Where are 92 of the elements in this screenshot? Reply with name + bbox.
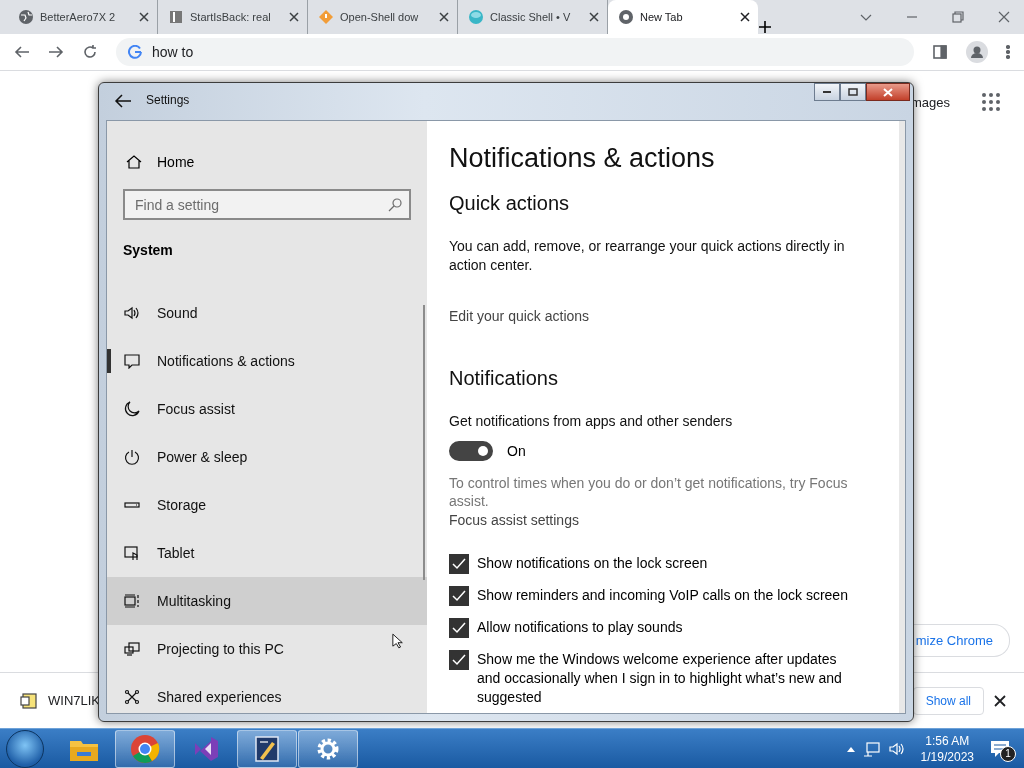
apps-grid-icon bbox=[982, 93, 1000, 111]
forward-arrow-icon bbox=[48, 44, 64, 60]
close-icon bbox=[994, 694, 1006, 707]
minimize-icon bbox=[823, 90, 831, 94]
search-icon bbox=[388, 198, 402, 212]
checkbox-label: Allow notifications to play sounds bbox=[477, 618, 684, 637]
section-heading: Quick actions bbox=[449, 192, 571, 215]
sidebar-item[interactable]: Notifications & actions bbox=[107, 337, 427, 385]
more-options-icon bbox=[1006, 44, 1010, 60]
reload-icon bbox=[82, 44, 98, 60]
sidebar-item[interactable]: Storage bbox=[107, 481, 427, 529]
browser-tab[interactable]: Open-Shell dow bbox=[308, 0, 458, 34]
google-icon bbox=[128, 45, 142, 59]
diamond-icon bbox=[318, 9, 334, 25]
network-nodes-icon bbox=[123, 689, 141, 705]
speaker-icon bbox=[888, 740, 905, 757]
close-icon bbox=[740, 12, 750, 22]
checkbox-label: Show me the Windows welcome experience after updates and occasionally when I sign in to highlight what’s new and suggested bbox=[477, 650, 843, 707]
minimize-button[interactable] bbox=[814, 83, 840, 101]
network-icon bbox=[862, 740, 881, 757]
check-icon bbox=[452, 622, 466, 634]
sphere-icon bbox=[468, 9, 484, 25]
section-heading: Notifications bbox=[449, 367, 559, 390]
sidebar-item[interactable]: Shared experiences bbox=[107, 673, 427, 721]
maximize-button[interactable] bbox=[840, 83, 866, 101]
focus-assist-link[interactable]: Focus assist settings bbox=[449, 512, 579, 528]
taskbar-app[interactable] bbox=[298, 729, 358, 768]
taskbar-app[interactable] bbox=[237, 729, 297, 768]
toggle-switch[interactable] bbox=[449, 441, 493, 461]
checkbox-label: Show reminders and incoming VoIP calls on the lock screen bbox=[477, 586, 849, 605]
browser-tab[interactable]: BetterAero7X 2 bbox=[8, 0, 158, 34]
edit-quick-actions-link[interactable]: Edit your quick actions bbox=[449, 308, 590, 324]
checkbox-label: Show notifications on the lock screen bbox=[477, 554, 709, 573]
sidebar-item[interactable]: Multitasking bbox=[107, 577, 427, 625]
monitors-icon bbox=[123, 641, 141, 657]
clock-time[interactable]: 1:56 AM bbox=[925, 732, 970, 749]
browser-tab[interactable]: StartIsBack: real bbox=[158, 0, 308, 34]
check-icon bbox=[452, 654, 466, 666]
tablet-icon bbox=[123, 545, 141, 561]
sidebar-item[interactable]: Sound bbox=[107, 289, 427, 337]
section-heading: System bbox=[122, 241, 174, 260]
sidebar-item[interactable]: Projecting to this PC bbox=[107, 625, 427, 673]
show-all-button[interactable]: Show all bbox=[912, 686, 984, 715]
archive-icon bbox=[20, 691, 38, 710]
sidebar-item[interactable]: Power & sleep bbox=[107, 433, 427, 481]
start-button[interactable] bbox=[6, 729, 44, 768]
search-field[interactable]: Find a setting bbox=[123, 189, 411, 220]
check-icon bbox=[452, 590, 466, 602]
home-icon bbox=[125, 154, 143, 170]
speaker-icon bbox=[123, 305, 141, 321]
close-icon bbox=[289, 12, 299, 22]
customize-button[interactable]: mize Chrome bbox=[913, 624, 1010, 657]
address-bar[interactable]: how to bbox=[116, 38, 914, 66]
back-arrow-icon bbox=[14, 44, 30, 60]
toggle-state: On bbox=[507, 443, 526, 459]
mouse-cursor-icon bbox=[392, 632, 404, 650]
taskbar-app[interactable] bbox=[115, 729, 175, 768]
moon-icon bbox=[123, 401, 141, 417]
browser-tab[interactable]: Classic Shell • V bbox=[458, 0, 608, 34]
plus-icon bbox=[758, 20, 772, 34]
caret-up-icon bbox=[846, 745, 855, 752]
close-button[interactable] bbox=[866, 83, 910, 101]
multitasking-icon bbox=[123, 593, 141, 609]
close-icon bbox=[998, 11, 1010, 23]
sidebar-item[interactable]: Focus assist bbox=[107, 385, 427, 433]
profile-icon bbox=[966, 41, 988, 63]
restore-icon bbox=[952, 11, 964, 23]
checkbox[interactable] bbox=[449, 650, 469, 670]
side-panel-icon bbox=[932, 44, 948, 60]
close-icon bbox=[439, 12, 449, 22]
page-title: Notifications & actions bbox=[449, 143, 716, 174]
clock-date[interactable]: 1/19/2023 bbox=[920, 748, 974, 765]
toggle-label: Get notifications from apps and other senders bbox=[449, 412, 734, 431]
check-icon bbox=[452, 558, 466, 570]
checkbox[interactable] bbox=[449, 586, 469, 606]
back-arrow-icon bbox=[114, 93, 132, 109]
download-file-name[interactable]: WIN7LIK bbox=[48, 693, 100, 708]
close-icon bbox=[883, 87, 893, 97]
home-link[interactable]: Home bbox=[157, 154, 195, 170]
hint-text: To control times when you do or don’t get notifications, try Focus assist. bbox=[449, 474, 849, 510]
editor-window-icon bbox=[252, 733, 282, 764]
checkbox[interactable] bbox=[449, 618, 469, 638]
close-icon bbox=[139, 12, 149, 22]
sidebar-item[interactable]: Tablet bbox=[107, 529, 427, 577]
power-icon bbox=[123, 449, 141, 465]
description-text: You can add, remove, or rearrange your quick actions directly in action center. bbox=[449, 237, 846, 275]
browser-tab[interactable]: New Tab bbox=[608, 0, 758, 34]
window-title: Settings bbox=[146, 93, 190, 107]
message-icon bbox=[123, 353, 141, 369]
checkbox[interactable] bbox=[449, 554, 469, 574]
close-icon bbox=[589, 12, 599, 22]
maximize-icon bbox=[848, 88, 858, 96]
